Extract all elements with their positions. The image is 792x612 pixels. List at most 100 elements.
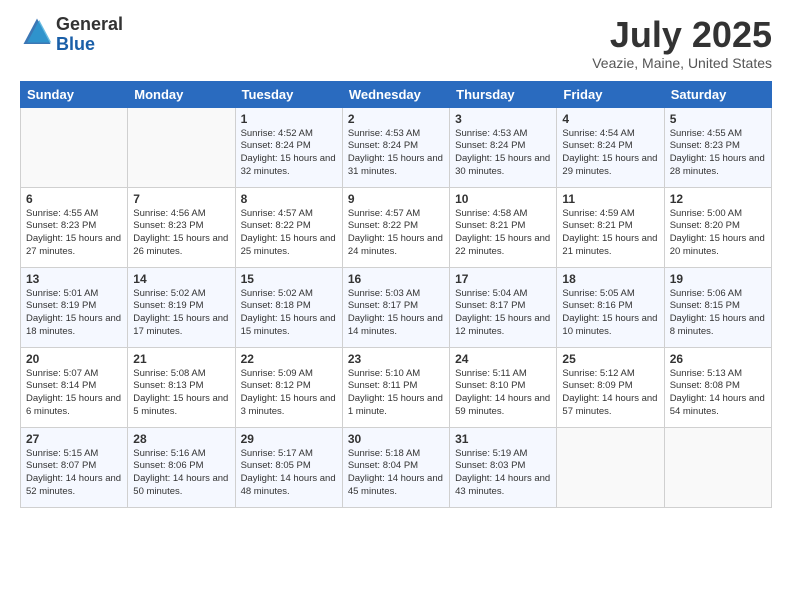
- cell-info: Sunrise: 4:57 AM Sunset: 8:22 PM Dayligh…: [241, 208, 337, 259]
- table-row: [664, 427, 771, 507]
- cell-info: Sunrise: 5:11 AM Sunset: 8:10 PM Dayligh…: [455, 368, 551, 419]
- calendar-week-2: 6 Sunrise: 4:55 AM Sunset: 8:23 PM Daylig…: [21, 187, 772, 267]
- cell-info: Sunrise: 4:55 AM Sunset: 8:23 PM Dayligh…: [26, 208, 122, 259]
- table-row: 18Sunrise: 5:05 AM Sunset: 8:16 PM Dayli…: [557, 267, 664, 347]
- table-row: 5 Sunrise: 4:55 AM Sunset: 8:23 PM Daylig…: [664, 107, 771, 187]
- day-number: 3: [455, 112, 551, 126]
- day-number: 10: [455, 192, 551, 206]
- day-number: 6: [26, 192, 122, 206]
- title-block: July 2025 Veazie, Maine, United States: [592, 15, 772, 71]
- table-row: 25 Sunrise: 5:12 AM Sunset: 8:09 PM Dayli…: [557, 347, 664, 427]
- day-number: 26: [670, 352, 766, 366]
- day-number: 14: [133, 272, 229, 286]
- day-number: 1: [241, 112, 337, 126]
- cell-info: Sunrise: 5:13 AM Sunset: 8:08 PM Dayligh…: [670, 368, 766, 419]
- cell-info: Sunrise: 5:09 AM Sunset: 8:12 PM Dayligh…: [241, 368, 337, 419]
- day-number: 23: [348, 352, 444, 366]
- table-row: 3 Sunrise: 4:53 AM Sunset: 8:24 PM Daylig…: [450, 107, 557, 187]
- day-number: 16: [348, 272, 444, 286]
- col-monday: Monday: [128, 81, 235, 107]
- logo: General Blue: [20, 15, 123, 55]
- table-row: 15 Sunrise: 5:02 AM Sunset: 8:18 PM Dayli…: [235, 267, 342, 347]
- cell-info: Sunrise: 5:00 AM Sunset: 8:20 PM Dayligh…: [670, 208, 766, 259]
- day-number: 12: [670, 192, 766, 206]
- cell-info: Sunrise: 5:01 AM Sunset: 8:19 PM Dayligh…: [26, 288, 122, 339]
- month-title: July 2025: [592, 15, 772, 55]
- cell-info: Sunrise: 5:07 AM Sunset: 8:14 PM Dayligh…: [26, 368, 122, 419]
- col-tuesday: Tuesday: [235, 81, 342, 107]
- logo-blue-text: Blue: [56, 34, 95, 54]
- cell-info: Sunrise: 5:19 AM Sunset: 8:03 PM Dayligh…: [455, 448, 551, 499]
- table-row: 9 Sunrise: 4:57 AM Sunset: 8:22 PM Daylig…: [342, 187, 449, 267]
- cell-info: Sunrise: 4:54 AM Sunset: 8:24 PM Dayligh…: [562, 128, 658, 179]
- table-row: 13Sunrise: 5:01 AM Sunset: 8:19 PM Dayli…: [21, 267, 128, 347]
- day-number: 25: [562, 352, 658, 366]
- day-number: 7: [133, 192, 229, 206]
- table-row: 28Sunrise: 5:16 AM Sunset: 8:06 PM Dayli…: [128, 427, 235, 507]
- day-number: 19: [670, 272, 766, 286]
- calendar-week-4: 20 Sunrise: 5:07 AM Sunset: 8:14 PM Dayli…: [21, 347, 772, 427]
- table-row: 24 Sunrise: 5:11 AM Sunset: 8:10 PM Dayli…: [450, 347, 557, 427]
- day-number: 27: [26, 432, 122, 446]
- cell-info: Sunrise: 4:58 AM Sunset: 8:21 PM Dayligh…: [455, 208, 551, 259]
- logo-general-text: General: [56, 14, 123, 34]
- cell-info: Sunrise: 5:16 AM Sunset: 8:06 PM Dayligh…: [133, 448, 229, 499]
- table-row: 7 Sunrise: 4:56 AM Sunset: 8:23 PM Daylig…: [128, 187, 235, 267]
- cell-info: Sunrise: 4:56 AM Sunset: 8:23 PM Dayligh…: [133, 208, 229, 259]
- table-row: 22 Sunrise: 5:09 AM Sunset: 8:12 PM Dayli…: [235, 347, 342, 427]
- cell-info: Sunrise: 4:53 AM Sunset: 8:24 PM Dayligh…: [455, 128, 551, 179]
- table-row: 21Sunrise: 5:08 AM Sunset: 8:13 PM Dayli…: [128, 347, 235, 427]
- day-number: 29: [241, 432, 337, 446]
- table-row: 20 Sunrise: 5:07 AM Sunset: 8:14 PM Dayli…: [21, 347, 128, 427]
- cell-info: Sunrise: 5:10 AM Sunset: 8:11 PM Dayligh…: [348, 368, 444, 419]
- cell-info: Sunrise: 5:02 AM Sunset: 8:19 PM Dayligh…: [133, 288, 229, 339]
- cell-info: Sunrise: 4:53 AM Sunset: 8:24 PM Dayligh…: [348, 128, 444, 179]
- day-number: 24: [455, 352, 551, 366]
- cell-info: Sunrise: 5:03 AM Sunset: 8:17 PM Dayligh…: [348, 288, 444, 339]
- calendar-week-5: 27 Sunrise: 5:15 AM Sunset: 8:07 PM Dayli…: [21, 427, 772, 507]
- table-row: 6 Sunrise: 4:55 AM Sunset: 8:23 PM Daylig…: [21, 187, 128, 267]
- day-number: 22: [241, 352, 337, 366]
- table-row: 11Sunrise: 4:59 AM Sunset: 8:21 PM Dayli…: [557, 187, 664, 267]
- cell-info: Sunrise: 5:12 AM Sunset: 8:09 PM Dayligh…: [562, 368, 658, 419]
- logo-icon: [22, 17, 52, 47]
- cell-info: Sunrise: 4:52 AM Sunset: 8:24 PM Dayligh…: [241, 128, 337, 179]
- cell-info: Sunrise: 5:18 AM Sunset: 8:04 PM Dayligh…: [348, 448, 444, 499]
- table-row: 10 Sunrise: 4:58 AM Sunset: 8:21 PM Dayli…: [450, 187, 557, 267]
- cell-info: Sunrise: 5:08 AM Sunset: 8:13 PM Dayligh…: [133, 368, 229, 419]
- day-number: 15: [241, 272, 337, 286]
- table-row: 19Sunrise: 5:06 AM Sunset: 8:15 PM Dayli…: [664, 267, 771, 347]
- table-row: 8Sunrise: 4:57 AM Sunset: 8:22 PM Daylig…: [235, 187, 342, 267]
- col-friday: Friday: [557, 81, 664, 107]
- cell-info: Sunrise: 5:04 AM Sunset: 8:17 PM Dayligh…: [455, 288, 551, 339]
- day-number: 11: [562, 192, 658, 206]
- day-number: 30: [348, 432, 444, 446]
- calendar-header-row: Sunday Monday Tuesday Wednesday Thursday…: [21, 81, 772, 107]
- day-number: 5: [670, 112, 766, 126]
- cell-info: Sunrise: 5:17 AM Sunset: 8:05 PM Dayligh…: [241, 448, 337, 499]
- table-row: 12 Sunrise: 5:00 AM Sunset: 8:20 PM Dayli…: [664, 187, 771, 267]
- table-row: 4Sunrise: 4:54 AM Sunset: 8:24 PM Daylig…: [557, 107, 664, 187]
- table-row: [557, 427, 664, 507]
- col-thursday: Thursday: [450, 81, 557, 107]
- day-number: 31: [455, 432, 551, 446]
- calendar-table: Sunday Monday Tuesday Wednesday Thursday…: [20, 81, 772, 508]
- cell-info: Sunrise: 5:05 AM Sunset: 8:16 PM Dayligh…: [562, 288, 658, 339]
- calendar-week-3: 13Sunrise: 5:01 AM Sunset: 8:19 PM Dayli…: [21, 267, 772, 347]
- day-number: 9: [348, 192, 444, 206]
- table-row: 29 Sunrise: 5:17 AM Sunset: 8:05 PM Dayli…: [235, 427, 342, 507]
- col-wednesday: Wednesday: [342, 81, 449, 107]
- day-number: 17: [455, 272, 551, 286]
- table-row: 2Sunrise: 4:53 AM Sunset: 8:24 PM Daylig…: [342, 107, 449, 187]
- cell-info: Sunrise: 4:57 AM Sunset: 8:22 PM Dayligh…: [348, 208, 444, 259]
- cell-info: Sunrise: 5:02 AM Sunset: 8:18 PM Dayligh…: [241, 288, 337, 339]
- table-row: 14 Sunrise: 5:02 AM Sunset: 8:19 PM Dayli…: [128, 267, 235, 347]
- day-number: 20: [26, 352, 122, 366]
- table-row: 31 Sunrise: 5:19 AM Sunset: 8:03 PM Dayli…: [450, 427, 557, 507]
- table-row: 26 Sunrise: 5:13 AM Sunset: 8:08 PM Dayli…: [664, 347, 771, 427]
- table-row: 17 Sunrise: 5:04 AM Sunset: 8:17 PM Dayli…: [450, 267, 557, 347]
- col-sunday: Sunday: [21, 81, 128, 107]
- cell-info: Sunrise: 4:55 AM Sunset: 8:23 PM Dayligh…: [670, 128, 766, 179]
- page: General Blue July 2025 Veazie, Maine, Un…: [0, 0, 792, 612]
- cell-info: Sunrise: 5:15 AM Sunset: 8:07 PM Dayligh…: [26, 448, 122, 499]
